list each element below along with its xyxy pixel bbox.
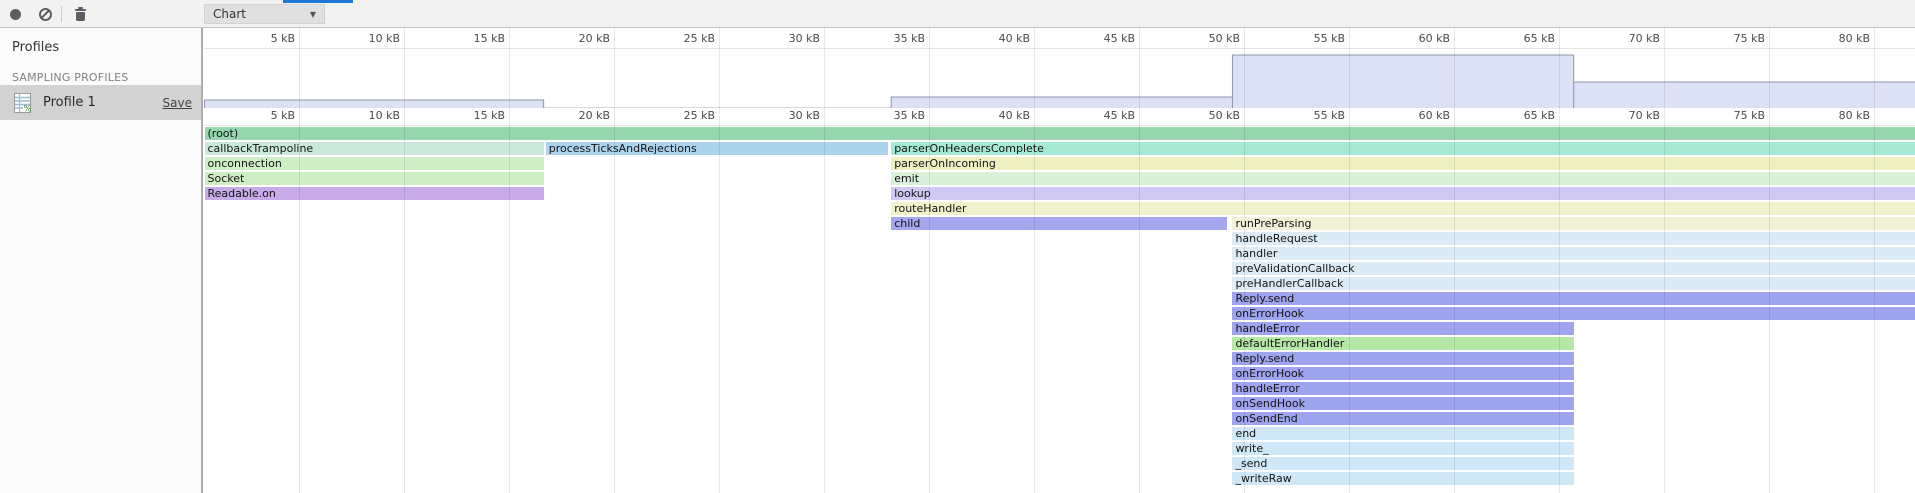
profiles-heading: Profiles (0, 28, 201, 55)
record-icon (10, 9, 21, 20)
delete-profile-button[interactable] (75, 0, 86, 28)
flame-ruler-tick-label: 55 kB (1314, 109, 1345, 122)
flame-ruler-tick-label: 70 kB (1629, 109, 1660, 122)
flame-bar[interactable]: (root) (205, 127, 1915, 140)
overview-pane[interactable]: 5 kB10 kB15 kB20 kB25 kB30 kB35 kB40 kB4… (204, 28, 1915, 108)
record-button[interactable] (10, 0, 21, 28)
chart-pane: 5 kB 10 kB 15 kB 20 kB 25 kB 30 kB 35 kB 40 kB 4… (202, 28, 1915, 493)
flame-bar[interactable]: parserOnIncoming (891, 157, 1915, 170)
trash-icon (75, 7, 86, 21)
flame-bar[interactable]: Socket (205, 172, 544, 185)
heap-profile-icon: % (14, 93, 31, 113)
flame-ruler-tick-label: 80 kB (1839, 109, 1870, 122)
chevron-down-icon: ▼ (310, 10, 316, 19)
flame-bar[interactable]: onconnection (205, 157, 544, 170)
flame-ruler-tick-label: 5 kB (271, 109, 295, 122)
flame-ruler-tick-label: 60 kB (1419, 109, 1450, 122)
flame-bar[interactable]: Reply.send (1232, 292, 1915, 305)
flame-bar[interactable]: lookup (891, 187, 1915, 200)
flame-bar[interactable]: defaultErrorHandler (1232, 337, 1573, 350)
flame-bar[interactable]: runPreParsing (1232, 217, 1915, 230)
flame-bar[interactable]: parserOnHeadersComplete (891, 142, 1915, 155)
block-icon (39, 8, 52, 21)
flame-bar[interactable]: onSendHook (1232, 397, 1573, 410)
flame-bar[interactable]: handler (1232, 247, 1915, 260)
flame-bar[interactable]: handleRequest (1232, 232, 1915, 245)
flame-ruler-tick-label: 25 kB (684, 109, 715, 122)
flame-ruler-tick-label: 35 kB (894, 109, 925, 122)
flame-ruler-tick-label: 30 kB (789, 109, 820, 122)
flame-bar[interactable]: processTicksAndRejections (546, 142, 888, 155)
flame-bar[interactable]: onErrorHook (1232, 367, 1573, 380)
flame-ruler-tick-label: 45 kB (1104, 109, 1135, 122)
flame-bar[interactable]: write_ (1232, 442, 1573, 455)
flame-ruler-tick-label: 20 kB (579, 109, 610, 122)
flame-bar[interactable]: callbackTrampoline (205, 142, 544, 155)
flame-ruler-tick-label: 40 kB (999, 109, 1030, 122)
memory-overview-area-chart (204, 28, 1915, 108)
flame-ruler-tick-label: 10 kB (369, 109, 400, 122)
flame-bar[interactable]: preHandlerCallback (1232, 277, 1915, 290)
profile-name: Profile 1 (43, 95, 96, 110)
flame-chart[interactable]: (root) callbackTrampolineprocessTicksAndR… (204, 126, 1915, 493)
flame-bar[interactable]: emit (891, 172, 1915, 185)
active-tab-indicator (283, 0, 353, 3)
sidebar: Profiles SAMPLING PROFILES % Profile 1 S… (0, 28, 202, 493)
flame-bar[interactable]: handleError (1232, 322, 1573, 335)
flame-bar[interactable]: handleError (1232, 382, 1573, 395)
toolbar: Chart ▼ (0, 0, 1915, 28)
flame-bar[interactable]: end (1232, 427, 1573, 440)
flame-ruler-tick-label: 50 kB (1209, 109, 1240, 122)
flame-bar[interactable]: _writeRaw (1232, 472, 1573, 485)
flame-bar[interactable]: onSendEnd (1232, 412, 1573, 425)
memory-profiler-panel: { "app": { "tab_indicator_color": "#1d78… (0, 0, 1915, 493)
flame-bar[interactable]: _send (1232, 457, 1573, 470)
svg-text:%: % (24, 104, 32, 113)
toolbar-divider (61, 6, 62, 22)
sampling-profiles-section-label: SAMPLING PROFILES (0, 55, 201, 84)
flame-ruler-tick-label: 65 kB (1524, 109, 1555, 122)
flame-bar[interactable]: child (891, 217, 1227, 230)
flame-bar[interactable]: onErrorHook (1232, 307, 1915, 320)
chart-view-select[interactable]: Chart ▼ (204, 4, 325, 24)
flame-bar[interactable]: preValidationCallback (1232, 262, 1915, 275)
chart-view-select-value: Chart (213, 7, 246, 21)
flame-bar[interactable]: Reply.send (1232, 352, 1573, 365)
profile-item[interactable]: % Profile 1 Save (0, 85, 201, 120)
flame-ruler: 5 kB 10 kB 15 kB 20 kB 25 kB 30 kB 35 kB 40 kB 4… (204, 108, 1915, 126)
save-link[interactable]: Save (163, 96, 192, 110)
flame-ruler-tick-label: 75 kB (1734, 109, 1765, 122)
clear-button[interactable] (39, 0, 52, 28)
flame-bar[interactable]: routeHandler (891, 202, 1915, 215)
flame-ruler-tick-label: 15 kB (474, 109, 505, 122)
flame-bar[interactable]: Readable.on (205, 187, 544, 200)
